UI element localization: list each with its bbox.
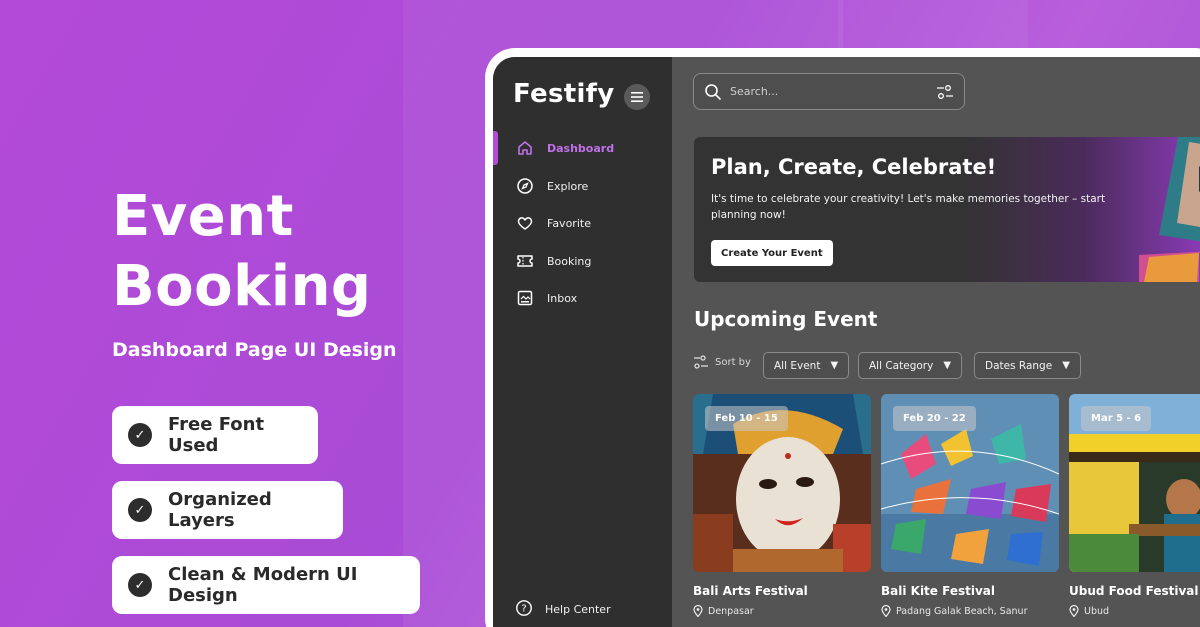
event-name[interactable]: Bali Kite Festival — [881, 584, 1059, 598]
feature-label: Organized Layers — [168, 489, 272, 531]
location-pin-icon — [693, 605, 703, 617]
banner-title: Plan, Create, Celebrate! — [711, 155, 997, 179]
help-center-label: Help Center — [545, 603, 611, 616]
hero-subtitle: Dashboard Page UI Design — [112, 339, 397, 361]
chevron-down-icon: ▼ — [830, 360, 839, 371]
sidebar-item-label: Dashboard — [547, 141, 615, 155]
filter-label: All Category — [869, 359, 934, 372]
event-image[interactable]: Feb 20 - 22 — [881, 394, 1059, 572]
heart-icon — [515, 213, 535, 233]
sidebar-item-dashboard[interactable]: Dashboard — [493, 131, 672, 165]
event-location-label: Denpasar — [708, 605, 754, 617]
chevron-down-icon: ▼ — [943, 360, 952, 371]
filter-label: Dates Range — [985, 359, 1053, 372]
search-input[interactable] — [730, 85, 936, 98]
event-location-label: Padang Galak Beach, Sanur — [896, 605, 1028, 617]
event-date-badge: Feb 10 - 15 — [705, 406, 788, 431]
hero-title-line2: Booking — [112, 254, 372, 319]
search-icon — [705, 83, 721, 100]
home-icon — [515, 138, 535, 158]
event-location-label: Ubud — [1084, 605, 1110, 617]
event-card[interactable]: Feb 20 - 22 Bali Kite Festival Padang Ga… — [881, 394, 1059, 617]
hero-title-line1: Event — [112, 184, 294, 249]
event-image[interactable]: Mar 5 - 6 — [1069, 394, 1200, 572]
filter-all-category[interactable]: All Category ▼ — [858, 352, 963, 379]
search-bar[interactable] — [693, 73, 965, 110]
feature-badge: ✓ Organized Layers — [112, 481, 343, 539]
event-name[interactable]: Ubud Food Festival — [1069, 584, 1200, 598]
feature-label: Free Font Used — [168, 414, 265, 456]
check-icon: ✓ — [128, 498, 152, 522]
filter-all-event[interactable]: All Event ▼ — [763, 352, 850, 379]
app-screen: Festify Dashboard Explore Favorite Booki… — [493, 57, 1200, 627]
sidebar-item-explore[interactable]: Explore — [493, 169, 672, 203]
banner-collage-image — [1139, 137, 1200, 282]
filter-settings-icon[interactable] — [936, 84, 954, 100]
filter-label: All Event — [774, 359, 821, 372]
menu-toggle-button[interactable] — [624, 84, 650, 110]
svg-text:?: ? — [521, 604, 526, 615]
check-icon: ✓ — [128, 423, 152, 447]
sort-by-label: Sort by — [715, 356, 751, 368]
section-title: Upcoming Event — [694, 307, 878, 331]
event-image[interactable]: Feb 10 - 15 — [693, 394, 871, 572]
sidebar-item-label: Booking — [547, 254, 592, 268]
compass-icon — [515, 176, 535, 196]
sidebar-item-label: Favorite — [547, 216, 591, 230]
sidebar-item-inbox[interactable]: Inbox — [493, 281, 672, 315]
create-event-button[interactable]: Create Your Event — [711, 240, 833, 266]
sort-icon — [694, 355, 708, 369]
event-card[interactable]: Feb 10 - 15 Bali Arts Festival Denpasar — [693, 394, 871, 617]
hero-banner: Plan, Create, Celebrate! It's time to ce… — [694, 137, 1200, 282]
filter-dates-range[interactable]: Dates Range ▼ — [974, 352, 1081, 379]
chevron-down-icon: ▼ — [1062, 360, 1070, 371]
check-icon: ✓ — [128, 573, 152, 597]
hero-title: Event Booking — [112, 182, 432, 322]
feature-label: Clean & Modern UI Design — [168, 564, 358, 606]
event-location: Padang Galak Beach, Sanur — [881, 605, 1059, 617]
hamburger-icon — [631, 92, 643, 102]
help-icon: ? — [515, 599, 533, 620]
feature-badge: ✓ Free Font Used — [112, 406, 318, 464]
event-name[interactable]: Bali Arts Festival — [693, 584, 871, 598]
event-date-badge: Feb 20 - 22 — [893, 406, 976, 431]
sidebar-item-booking[interactable]: Booking — [493, 244, 672, 278]
location-pin-icon — [1069, 605, 1079, 617]
banner-text: It's time to celebrate your creativity! … — [711, 193, 1106, 221]
app-logo[interactable]: Festify — [513, 79, 615, 109]
sidebar-item-label: Inbox — [547, 291, 578, 305]
sort-by: Sort by — [693, 355, 751, 369]
location-pin-icon — [881, 605, 891, 617]
event-date-badge: Mar 5 - 6 — [1081, 406, 1152, 431]
sidebar-item-favorite[interactable]: Favorite — [493, 206, 672, 240]
inbox-icon — [515, 288, 535, 308]
event-location: Ubud — [1069, 605, 1200, 617]
feature-badge: ✓ Clean & Modern UI Design — [112, 556, 420, 614]
ticket-icon — [515, 251, 535, 271]
sidebar: Festify Dashboard Explore Favorite Booki… — [493, 57, 672, 627]
event-card[interactable]: Mar 5 - 6 Ubud Food Festival Ubud — [1069, 394, 1200, 617]
sidebar-item-label: Explore — [547, 179, 589, 193]
background-panel-top — [838, 0, 1028, 48]
event-location: Denpasar — [693, 605, 871, 617]
help-center-link[interactable]: ? Help Center — [515, 599, 611, 620]
